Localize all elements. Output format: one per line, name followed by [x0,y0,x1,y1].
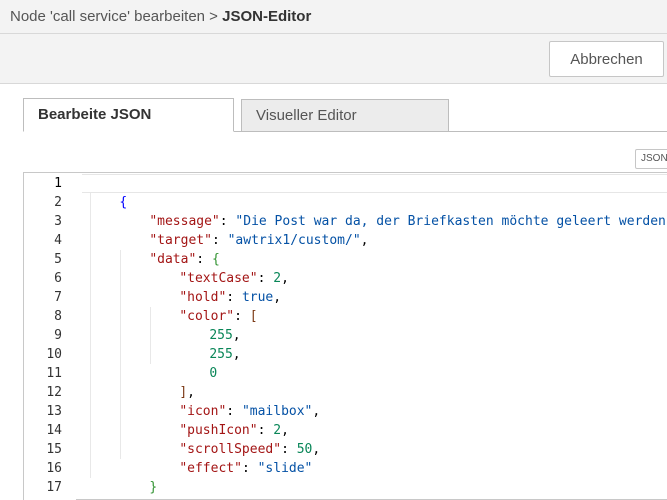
json-comma: , [312,442,321,457]
code-line: } [118,459,157,495]
editor-tabs: Bearbeite JSON Visueller Editor [23,98,667,132]
json-string-value: "awtrix1/custom/" [227,233,361,248]
active-line-highlight [82,174,667,193]
json-comma: , [281,271,289,286]
json-comma: , [360,233,369,248]
line-number: 14 [46,423,62,438]
breadcrumb: Node 'call service' bearbeiten > JSON-Ed… [0,0,667,34]
code-line: "color": [ [148,288,257,324]
cancel-button[interactable]: Abbrechen [549,41,664,77]
code-line: "pushIcon": 2, [148,402,289,438]
breadcrumb-parent: Node 'call service' bearbeiten [10,8,205,25]
format-badge[interactable]: JSON [635,149,667,169]
code-line: "effect": "slide" [148,440,312,476]
code-line: { [88,174,127,210]
line-number: 4 [54,233,62,248]
line-number: 6 [54,271,62,286]
line-number: 16 [46,461,62,476]
code-line: "textCase": 2, [148,250,289,286]
json-number-value: 0 [209,366,218,381]
line-number: 3 [54,214,62,229]
line-number: 17 [46,480,62,495]
json-string-value: "slide" [257,461,313,476]
line-number: 11 [46,366,62,381]
line-number: 7 [54,290,62,305]
line-number: 15 [46,442,62,457]
json-comma: , [273,290,282,305]
json-comma: , [232,347,241,362]
tab-edit-json[interactable]: Bearbeite JSON [23,98,234,132]
line-number: 13 [46,404,62,419]
code-line: "target": "awtrix1/custom/", [118,212,368,248]
json-brace: } [149,480,158,495]
page-title: JSON-Editor [222,8,312,25]
line-number: 8 [54,309,62,324]
code-line: "hold": true, [148,269,281,305]
line-number: 2 [54,195,62,210]
code-line: "scrollSpeed": 50, [148,421,320,457]
code-line: 0 [178,345,217,381]
code-line: 255, [178,326,240,362]
code-line: 255, [178,307,240,343]
code-line: ], [148,364,195,400]
json-bracket: [ [249,309,258,324]
code-line: "message": "Die Post war da, der Briefka… [118,193,667,229]
code-line: } [88,478,127,500]
json-key: "effect" [179,461,242,476]
json-code-editor[interactable]: 1 2 3 4 5 6 7 8 9 10 11 12 13 14 15 16 1… [23,172,667,500]
breadcrumb-separator: > [205,8,223,25]
line-number: 12 [46,385,62,400]
tab-visual-editor[interactable]: Visueller Editor [241,99,449,131]
line-number: 1 [54,176,62,191]
line-number: 9 [54,328,62,343]
indent-guide [90,193,92,478]
json-colon: : [241,461,258,476]
line-number: 5 [54,252,62,267]
line-number-gutter: 1 2 3 4 5 6 7 8 9 10 11 12 13 14 15 16 1… [24,173,76,500]
line-number: 10 [46,347,62,362]
json-comma: , [312,404,321,419]
code-line: "data": { [118,231,219,267]
code-line: "icon": "mailbox", [148,383,320,419]
